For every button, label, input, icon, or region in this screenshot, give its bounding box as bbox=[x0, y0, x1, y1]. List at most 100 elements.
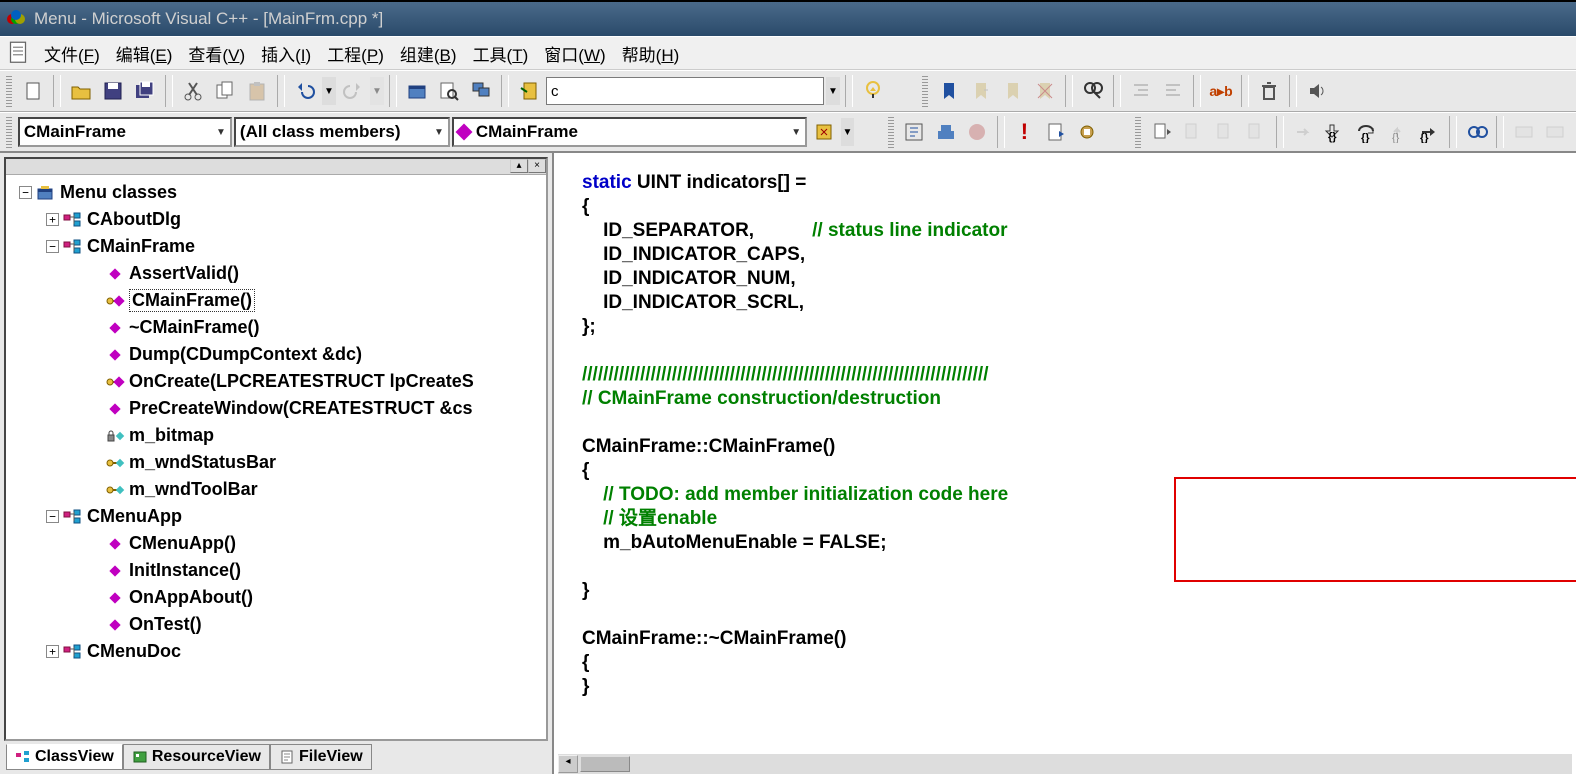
open-button[interactable] bbox=[66, 76, 96, 106]
tree-class-CAboutDlg[interactable]: +CAboutDlg bbox=[10, 206, 542, 233]
workspace-button[interactable] bbox=[402, 76, 432, 106]
run-to-cursor-button[interactable]: {} bbox=[1415, 117, 1444, 147]
menu-i[interactable]: 插入(I) bbox=[253, 42, 319, 69]
tree-class-CMenuApp[interactable]: −CMenuApp bbox=[10, 503, 542, 530]
sound-button[interactable] bbox=[1302, 76, 1332, 106]
editor-hscrollbar[interactable]: ◂ bbox=[558, 754, 1572, 774]
tree-member[interactable]: CMenuApp() bbox=[10, 530, 542, 557]
expand-icon[interactable]: − bbox=[46, 510, 59, 523]
menu-f[interactable]: 文件(F) bbox=[36, 42, 108, 69]
expand-icon[interactable]: + bbox=[46, 645, 59, 658]
bookmark-next-button[interactable] bbox=[966, 76, 996, 106]
filter-combo[interactable]: (All class members)▼ bbox=[234, 117, 450, 147]
debug-restart-button[interactable] bbox=[1147, 117, 1176, 147]
tree-member[interactable]: Dump(CDumpContext &dc) bbox=[10, 341, 542, 368]
tab-resourceview[interactable]: ResourceView bbox=[123, 744, 270, 770]
toolbar-grip[interactable] bbox=[922, 75, 928, 107]
unindent-button[interactable] bbox=[1158, 76, 1188, 106]
debug-break-button[interactable] bbox=[1210, 117, 1239, 147]
menu-p[interactable]: 工程(P) bbox=[319, 42, 392, 69]
toolbar-grip[interactable] bbox=[1135, 116, 1141, 148]
tree-member[interactable]: OnAppAbout() bbox=[10, 584, 542, 611]
copy-button[interactable] bbox=[210, 76, 240, 106]
find-button[interactable] bbox=[1078, 76, 1108, 106]
breakpoint-button[interactable] bbox=[1073, 117, 1102, 147]
code-editor[interactable]: static UINT indicators[] = { ID_SEPARATO… bbox=[554, 153, 1576, 774]
scroll-thumb[interactable] bbox=[580, 756, 630, 772]
tree-root-node[interactable]: −Menu classes bbox=[10, 179, 542, 206]
wizard-action-button[interactable] bbox=[809, 117, 838, 147]
tree-class-CMainFrame[interactable]: −CMainFrame bbox=[10, 233, 542, 260]
paste-button[interactable] bbox=[242, 76, 272, 106]
go-button[interactable] bbox=[1041, 117, 1070, 147]
save-button[interactable] bbox=[98, 76, 128, 106]
cut-button[interactable] bbox=[178, 76, 208, 106]
wizard-action-dropdown[interactable]: ▼ bbox=[841, 118, 855, 146]
windows-button[interactable] bbox=[466, 76, 496, 106]
help-button[interactable] bbox=[858, 76, 888, 106]
step-out-button[interactable]: {} bbox=[1383, 117, 1412, 147]
save-all-button[interactable] bbox=[130, 76, 160, 106]
stop-build-button[interactable] bbox=[962, 117, 991, 147]
replace-button[interactable]: a▸b bbox=[1206, 76, 1236, 106]
menu-t[interactable]: 工具(T) bbox=[465, 42, 537, 69]
class-combo[interactable]: CMainFrame▼ bbox=[18, 117, 232, 147]
watch-button[interactable] bbox=[1509, 117, 1538, 147]
menu-w[interactable]: 窗口(W) bbox=[536, 42, 613, 69]
tab-fileview[interactable]: FileView bbox=[270, 744, 372, 770]
toolbar-grip[interactable] bbox=[6, 116, 12, 148]
class-icon bbox=[63, 211, 83, 229]
find-combo-dropdown[interactable]: ▼ bbox=[826, 77, 840, 105]
build-button[interactable] bbox=[931, 117, 960, 147]
redo-button[interactable] bbox=[338, 76, 368, 106]
resource-button[interactable] bbox=[514, 76, 544, 106]
tree-member[interactable]: OnCreate(LPCREATESTRUCT lpCreateS bbox=[10, 368, 542, 395]
step-into-button[interactable]: {} bbox=[1320, 117, 1349, 147]
tree-member[interactable]: AssertValid() bbox=[10, 260, 542, 287]
tab-classview[interactable]: ClassView bbox=[6, 744, 123, 770]
debug-stop-button[interactable] bbox=[1179, 117, 1208, 147]
find-files-button[interactable] bbox=[434, 76, 464, 106]
scroll-left-button[interactable]: ◂ bbox=[558, 755, 578, 773]
step-over-button[interactable]: {} bbox=[1352, 117, 1381, 147]
bookmark-prev-button[interactable] bbox=[998, 76, 1028, 106]
find-combo[interactable] bbox=[546, 77, 824, 105]
indent-button[interactable] bbox=[1126, 76, 1156, 106]
expand-icon[interactable]: − bbox=[46, 240, 59, 253]
menu-b[interactable]: 组建(B) bbox=[392, 42, 465, 69]
tree-member[interactable]: CMainFrame() bbox=[10, 287, 542, 314]
quickwatch-button[interactable] bbox=[1462, 117, 1491, 147]
show-next-button[interactable] bbox=[1289, 117, 1318, 147]
tree-class-CMenuDoc[interactable]: +CMenuDoc bbox=[10, 638, 542, 665]
tree-member[interactable]: ~CMainFrame() bbox=[10, 314, 542, 341]
variables-button[interactable] bbox=[1541, 117, 1570, 147]
menu-v[interactable]: 查看(V) bbox=[180, 42, 253, 69]
code-token: // TODO: add member initialization code … bbox=[603, 484, 1008, 505]
toolbar-grip[interactable] bbox=[888, 116, 894, 148]
new-file-button[interactable] bbox=[18, 76, 48, 106]
expand-icon[interactable]: + bbox=[46, 213, 59, 226]
menu-h[interactable]: 帮助(H) bbox=[614, 42, 688, 69]
menu-e[interactable]: 编辑(E) bbox=[108, 42, 181, 69]
class-tree[interactable]: ▴ × −Menu classes+CAboutDlg−CMainFrameAs… bbox=[4, 157, 548, 741]
bookmark-clear-button[interactable] bbox=[1030, 76, 1060, 106]
delete-button[interactable] bbox=[1254, 76, 1284, 106]
tree-member[interactable]: InitInstance() bbox=[10, 557, 542, 584]
bookmark-toggle-button[interactable] bbox=[934, 76, 964, 106]
tree-member[interactable]: OnTest() bbox=[10, 611, 542, 638]
tree-minimize-button[interactable]: ▴ bbox=[510, 159, 528, 173]
tree-member[interactable]: PreCreateWindow(CREATESTRUCT &cs bbox=[10, 395, 542, 422]
expand-icon[interactable]: − bbox=[19, 186, 32, 199]
member-combo[interactable]: CMainFrame▼ bbox=[452, 117, 807, 147]
undo-dropdown[interactable]: ▼ bbox=[322, 77, 336, 105]
undo-button[interactable] bbox=[290, 76, 320, 106]
tree-member[interactable]: m_wndStatusBar bbox=[10, 449, 542, 476]
execute-button[interactable]: ! bbox=[1010, 117, 1039, 147]
debug-apply-button[interactable] bbox=[1242, 117, 1271, 147]
tree-member[interactable]: m_bitmap bbox=[10, 422, 542, 449]
tree-member[interactable]: m_wndToolBar bbox=[10, 476, 542, 503]
toolbar-grip[interactable] bbox=[6, 75, 12, 107]
tree-close-button[interactable]: × bbox=[528, 159, 546, 173]
compile-button[interactable] bbox=[900, 117, 929, 147]
redo-dropdown[interactable]: ▼ bbox=[370, 77, 384, 105]
